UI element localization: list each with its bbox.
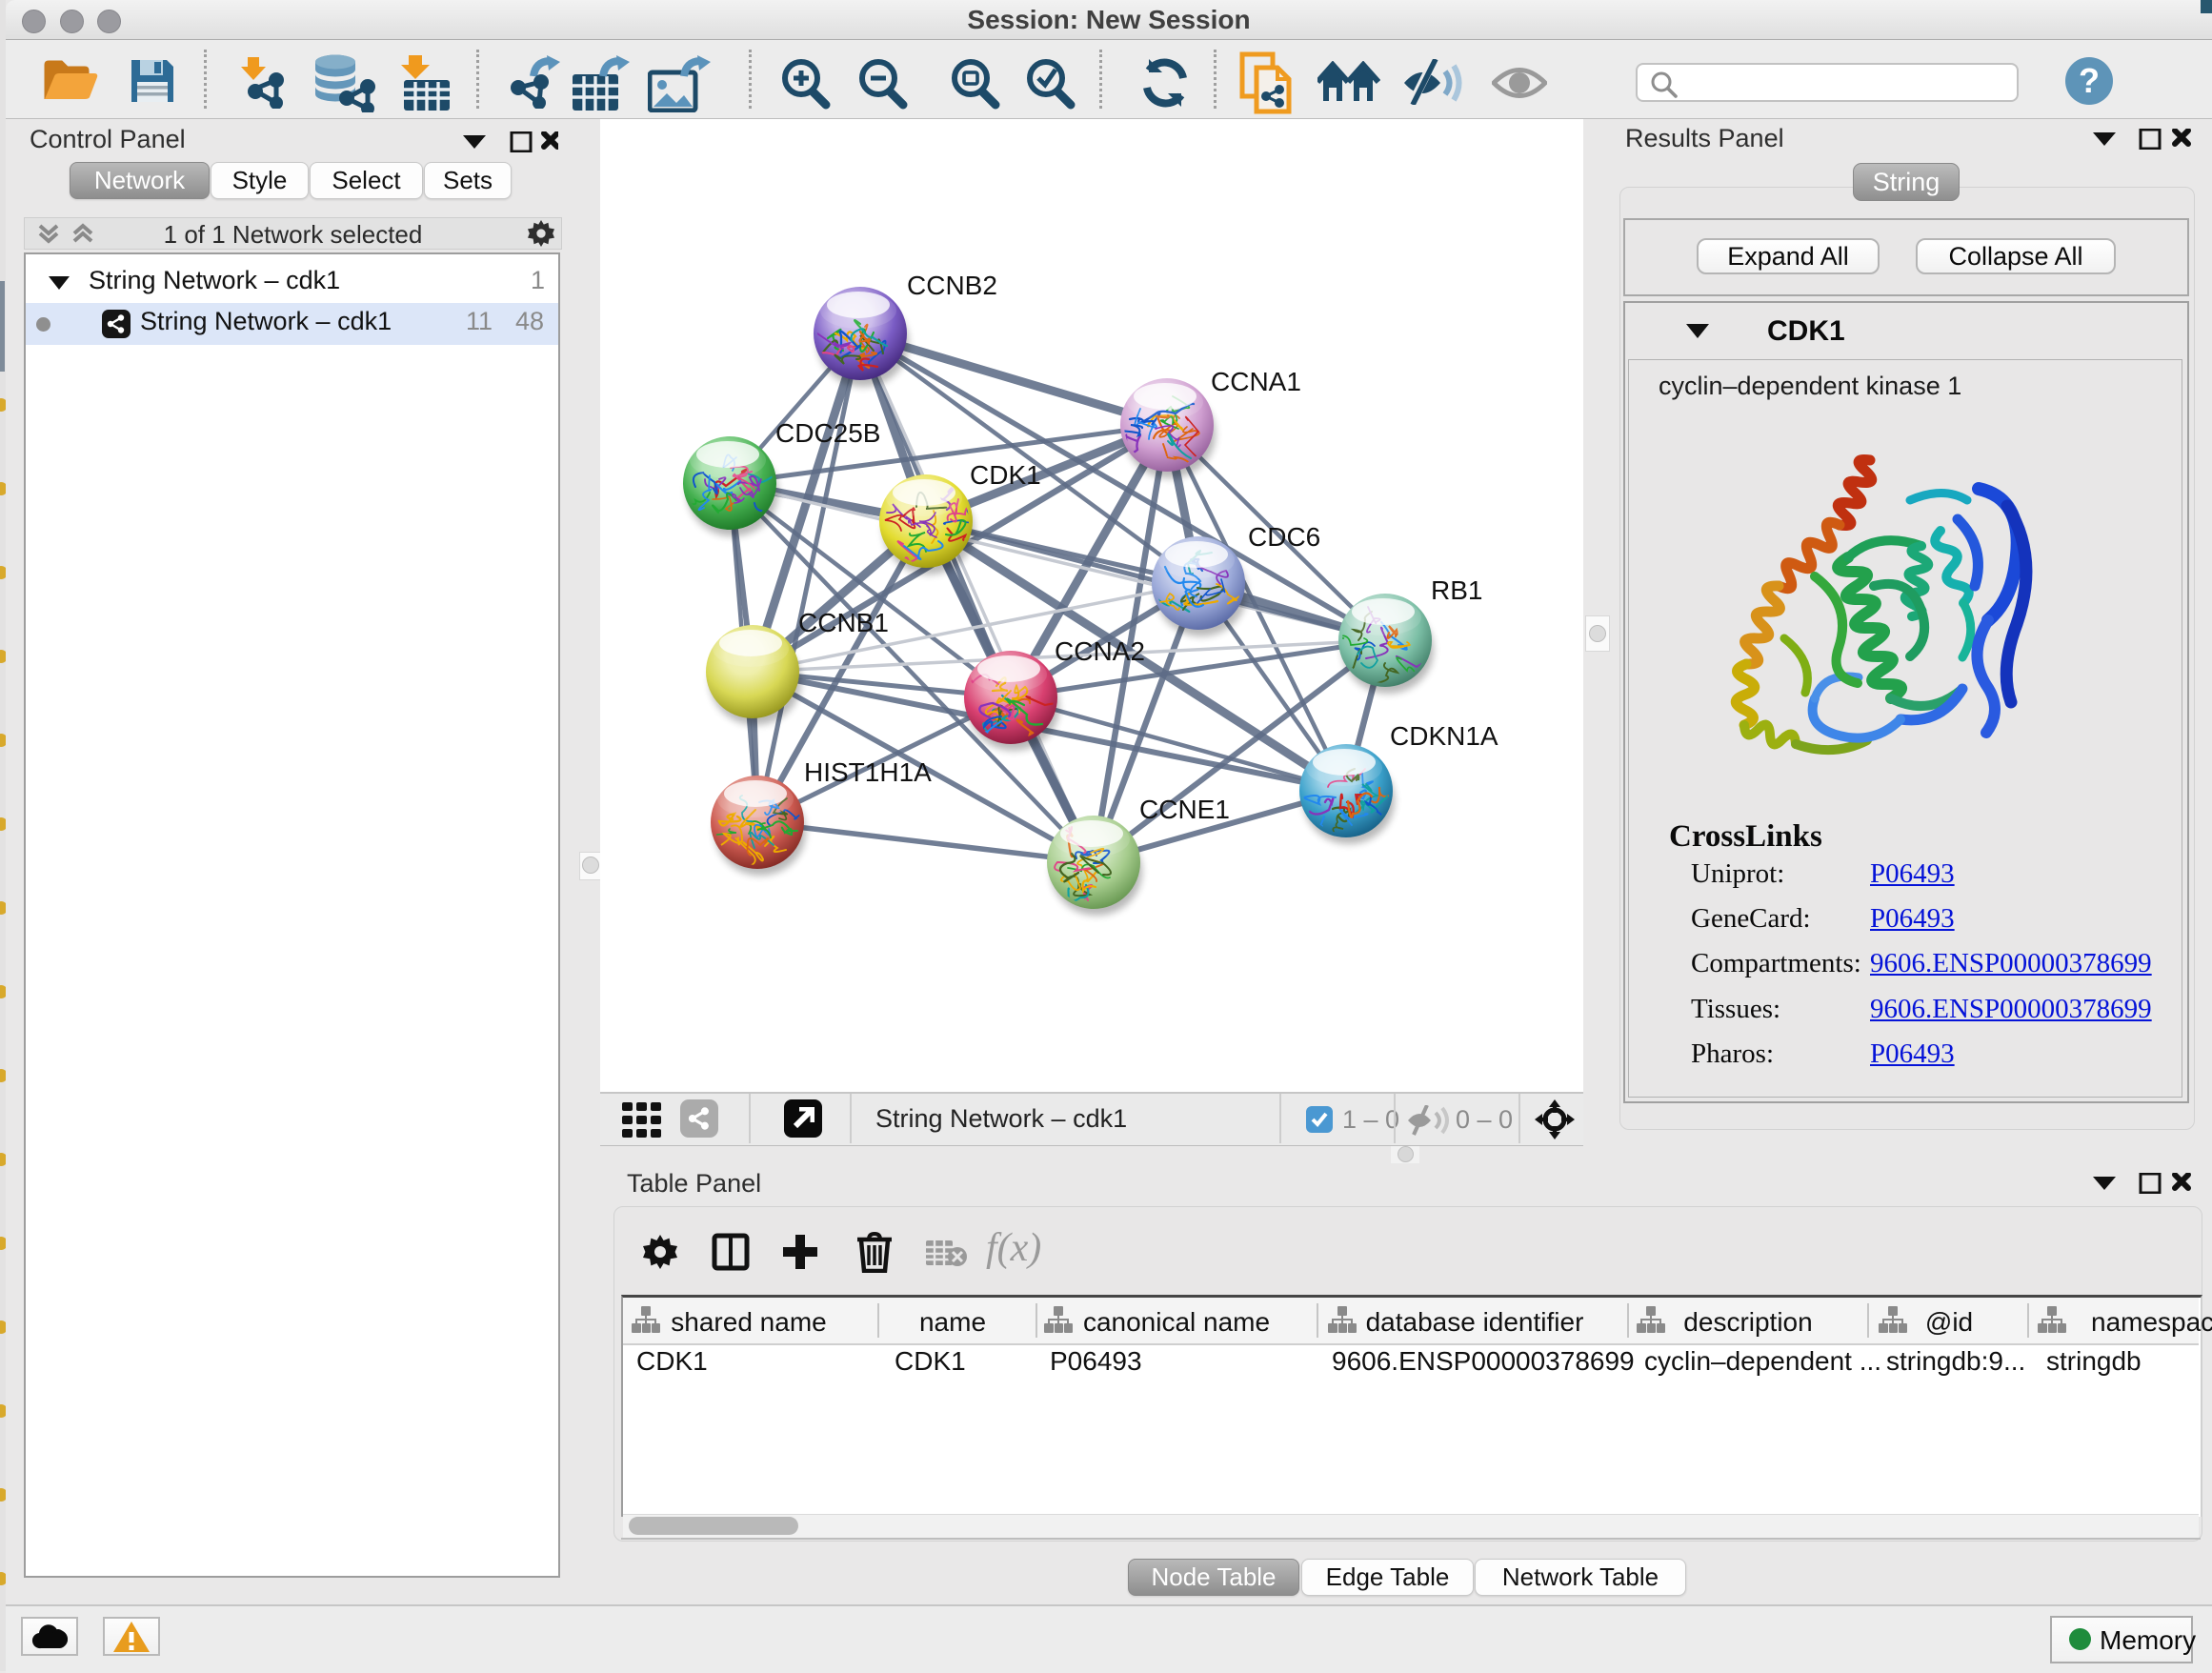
svg-text:CCNB1: CCNB1 [798, 608, 889, 637]
svg-text:CCNB2: CCNB2 [907, 271, 997, 300]
svg-text:CDKN1A: CDKN1A [1390, 721, 1498, 751]
svg-text:HIST1H1A: HIST1H1A [804, 757, 932, 787]
svg-text:CCNA2: CCNA2 [1055, 636, 1145, 666]
svg-text:CDC6: CDC6 [1248, 522, 1320, 552]
svg-text:RB1: RB1 [1431, 575, 1482, 605]
svg-text:?: ? [2079, 61, 2100, 100]
svg-text:CDC25B: CDC25B [775, 418, 880, 448]
svg-text:CDK1: CDK1 [970, 460, 1041, 490]
svg-text:CCNE1: CCNE1 [1139, 795, 1230, 824]
svg-text:CCNA1: CCNA1 [1211, 367, 1301, 396]
